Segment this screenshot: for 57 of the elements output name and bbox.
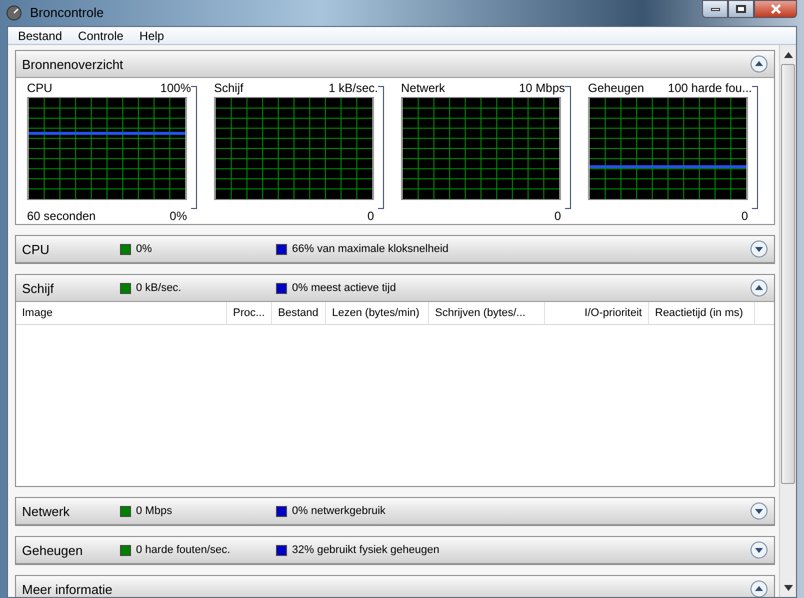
graph-time-label: 60 seconden — [27, 208, 96, 225]
graph-title: CPU — [27, 80, 52, 97]
maximize-button[interactable] — [728, 0, 754, 18]
stat-text: 0% — [136, 242, 152, 257]
menu-item[interactable]: Controle — [78, 26, 124, 44]
expand-button[interactable] — [750, 502, 768, 520]
section-title: Netwerk — [22, 502, 71, 520]
scroll-down-icon[interactable] — [784, 585, 792, 591]
graph-max-label: 10 Mbps — [518, 80, 565, 97]
stat-text: 0 kB/sec. — [136, 280, 182, 296]
section-header[interactable]: CPU 0% 66% van maximale kloksnelheid — [16, 236, 774, 263]
collapse-button[interactable] — [750, 580, 768, 597]
section-header[interactable]: Geheugen 0 harde fouten/sec. 32% gebruikt fysiek geheugen — [16, 537, 774, 564]
section-title: Schijf — [22, 280, 55, 296]
column-header[interactable]: Image — [16, 302, 227, 324]
column-header[interactable]: I/O-prioriteit — [545, 302, 649, 324]
graph-title: Schijf — [214, 80, 244, 97]
expand-button[interactable] — [750, 541, 768, 559]
column-header[interactable]: Lezen (bytes/min) — [326, 302, 429, 324]
stat-text: 32% gebruikt fysiek geheugen — [292, 542, 440, 558]
stat-text: 0% meest actieve tijd — [292, 280, 396, 296]
column-header[interactable]: Schrijven (bytes/... — [429, 302, 545, 324]
collapse-button[interactable] — [750, 55, 768, 73]
section-title: CPU — [22, 240, 50, 258]
graph-title: Geheugen — [588, 80, 644, 97]
close-icon — [770, 4, 780, 14]
graph-min-label: 0% — [170, 208, 187, 225]
collapse-button[interactable] — [750, 279, 768, 297]
section-header[interactable]: Bronnenoverzicht — [16, 51, 774, 78]
graph-max-label: 100% — [160, 80, 191, 97]
graph-max-label: 1 kB/sec. — [328, 80, 378, 97]
app-icon — [6, 5, 22, 21]
section-header[interactable]: Schijf 0 kB/sec. 0% meest actieve tijd — [16, 275, 774, 302]
column-header[interactable]: Reactietijd (in ms) — [649, 302, 755, 324]
section-header[interactable]: Netwerk 0 Mbps 0% netwerkgebruik — [16, 498, 774, 525]
section-header[interactable]: Meer informatie — [16, 576, 774, 597]
graph-min-label: 0 — [367, 208, 374, 225]
stat-text: 0 Mbps — [136, 504, 172, 519]
menu-item[interactable]: Bestand — [18, 26, 62, 44]
graph-title: Netwerk — [401, 80, 446, 97]
stat-text: 0% netwerkgebruik — [292, 504, 386, 519]
section-title: Meer informatie — [22, 580, 114, 597]
window-title: Broncontrole — [30, 4, 104, 22]
scrollbar[interactable] — [779, 45, 796, 597]
stat-text: 66% van maximale kloksnelheid — [292, 242, 449, 257]
column-header[interactable]: Bestand — [272, 302, 326, 324]
expand-button[interactable] — [750, 240, 768, 258]
stat-text: 0 harde fouten/sec. — [136, 542, 230, 558]
minimize-button[interactable] — [702, 0, 728, 18]
graph-min-label: 0 — [554, 208, 561, 225]
column-header[interactable]: Proc... — [227, 302, 272, 324]
graph-min-label: 0 — [741, 208, 748, 225]
menu-item[interactable]: Help — [139, 26, 164, 44]
section-title: Geheugen — [22, 542, 84, 558]
graph-max-label: 100 harde fou... — [668, 80, 752, 97]
scroll-up-icon[interactable] — [784, 52, 792, 58]
close-button[interactable] — [754, 0, 797, 18]
